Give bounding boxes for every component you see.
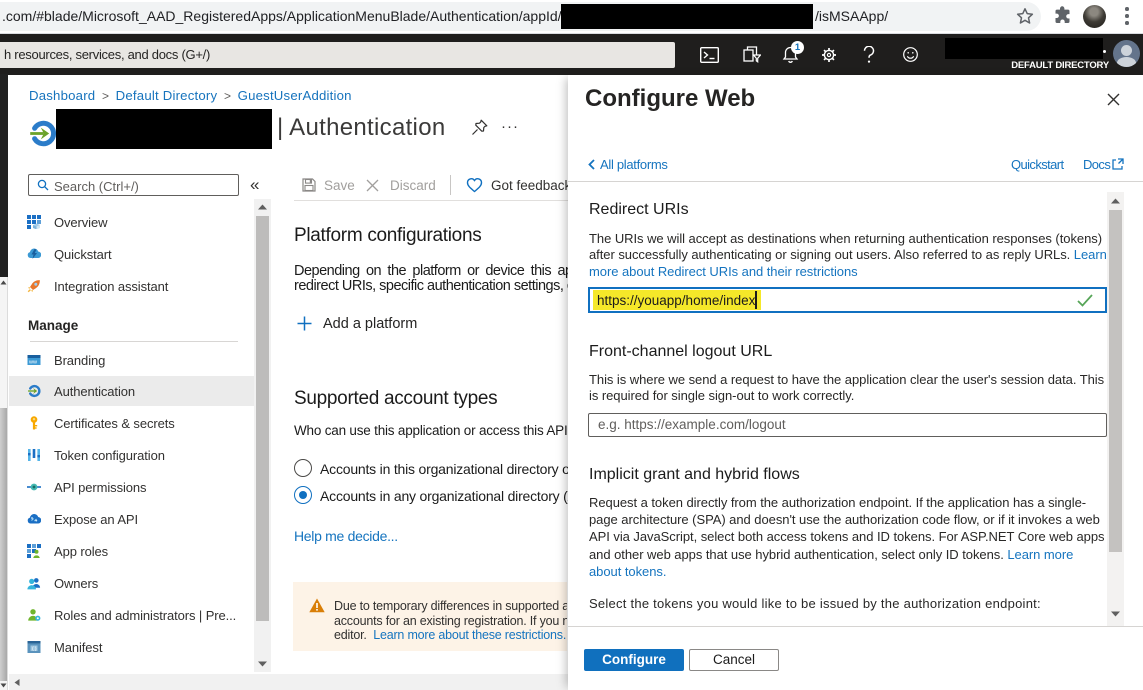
svg-text:(): () (32, 646, 37, 652)
svg-text:ww: ww (28, 360, 37, 366)
